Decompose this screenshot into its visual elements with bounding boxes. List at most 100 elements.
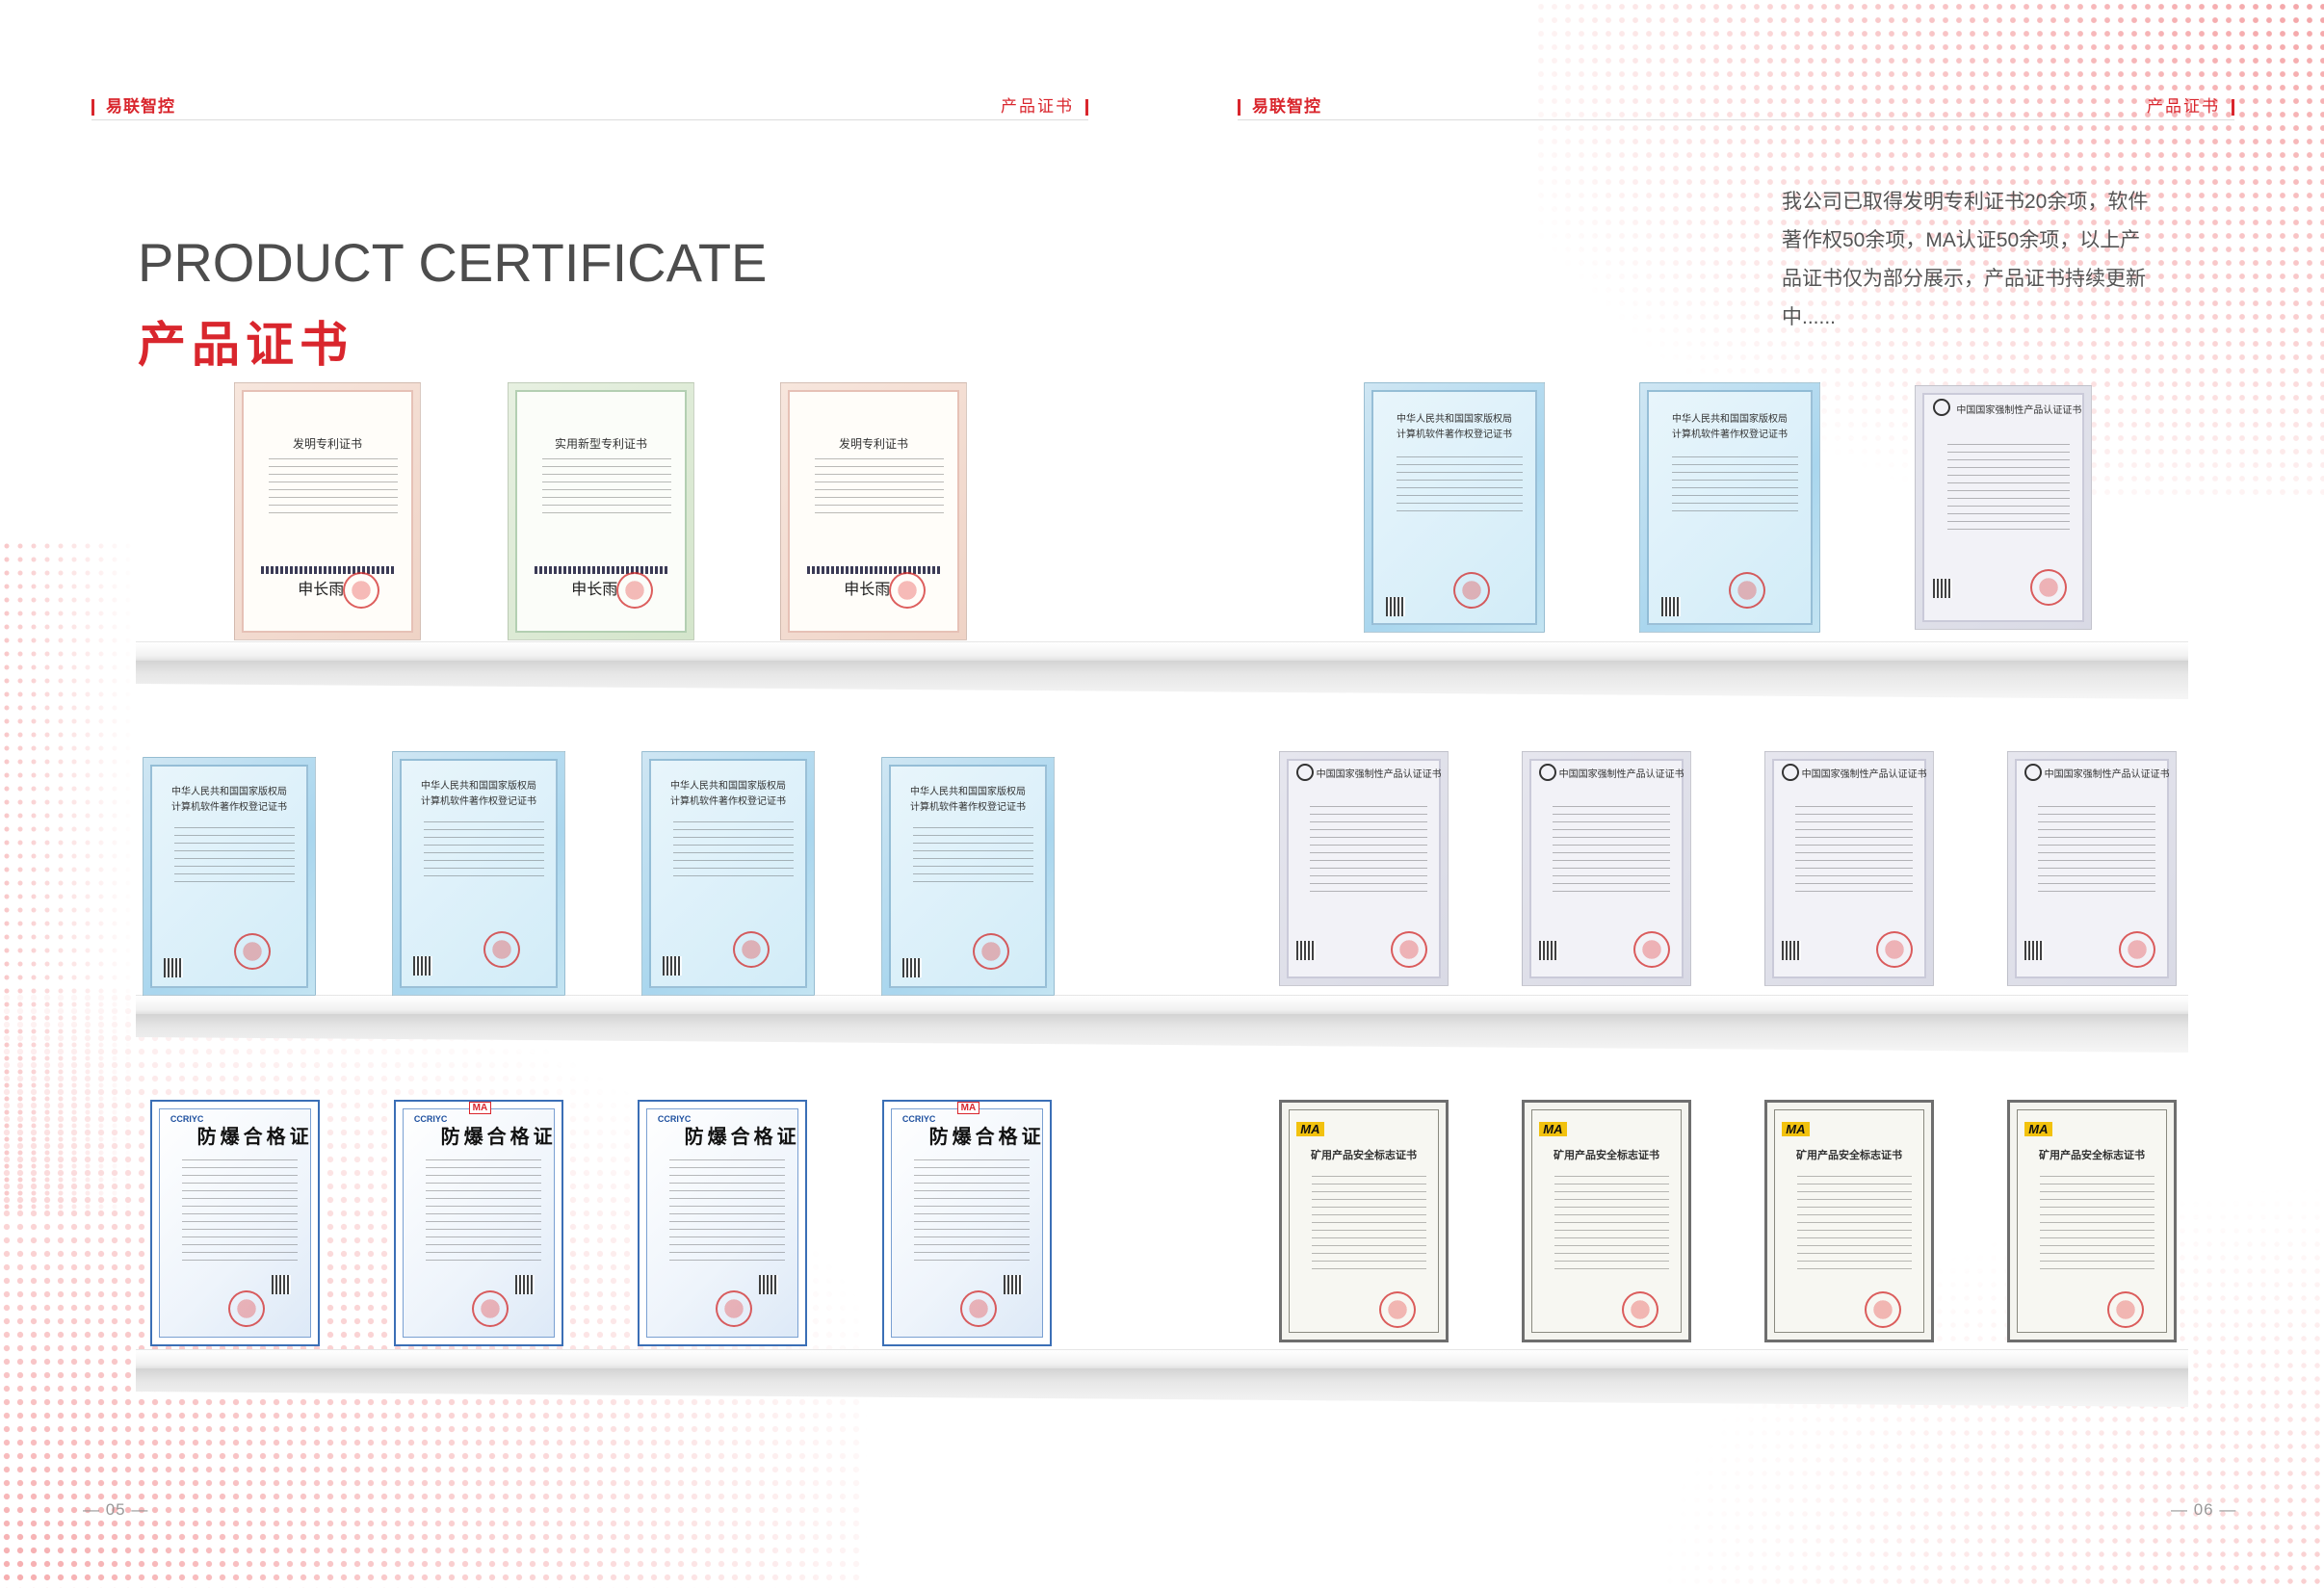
certificate-signature: 申长雨 (571, 580, 618, 598)
certificate-title: 中华人民共和国国家版权局 (1397, 414, 1512, 425)
certificate-title: 中华人民共和国国家版权局 (171, 787, 287, 797)
qr-code-icon (164, 958, 184, 977)
patent-certificate: 实用新型专利证书 申长雨 (508, 382, 694, 640)
red-seal-icon (1633, 931, 1671, 968)
red-seal-icon (342, 572, 379, 609)
ma-badge-icon: MA (956, 1102, 980, 1114)
brand-label: 易联智控 (1252, 97, 1321, 116)
qr-code-icon (1933, 579, 1953, 598)
explosion-proof-certificate: MA CCRIYC 防爆合格证 (394, 1100, 563, 1346)
red-seal-icon (1453, 572, 1491, 609)
red-seal-icon (1876, 931, 1914, 968)
ma-badge-icon: MA (468, 1102, 492, 1114)
software-copyright-certificate: 中华人民共和国国家版权局 计算机软件著作权登记证书 (1639, 382, 1820, 633)
qr-code-icon (2024, 941, 2045, 960)
accent-bar-icon (2232, 99, 2234, 117)
ccc-certificate: 中国国家强制性产品认证证书 (2007, 751, 2177, 986)
software-copyright-certificate: 中华人民共和国国家版权局 计算机软件著作权登记证书 (143, 757, 316, 996)
mine-safety-certificate: MA 矿用产品安全标志证书 (1522, 1100, 1691, 1342)
page-title-english: PRODUCT CERTIFICATE (138, 232, 768, 293)
section-label: 产品证书 (2147, 97, 2220, 116)
accent-bar-icon (1238, 99, 1240, 117)
certificate-title: 中国国家强制性产品认证证书 (1316, 769, 1442, 780)
certificate-subtitle: 计算机软件著作权登记证书 (1397, 430, 1512, 440)
page-number-left: — 05 — (83, 1500, 149, 1519)
certificate-subtitle: 计算机软件著作权登记证书 (171, 802, 287, 813)
certificate-subtitle: 计算机软件著作权登记证书 (1672, 430, 1788, 440)
halftone-decoration-left (0, 539, 135, 1213)
red-seal-icon (483, 931, 520, 968)
red-seal-icon (715, 1290, 752, 1327)
qr-code-icon (1661, 597, 1682, 616)
certificate-title: 实用新型专利证书 (554, 437, 647, 451)
software-copyright-certificate: 中华人民共和国国家版权局 计算机软件著作权登记证书 (392, 751, 565, 996)
explosion-proof-certificate: CCRIYC 防爆合格证 (638, 1100, 807, 1346)
red-seal-icon (972, 933, 1009, 970)
software-copyright-certificate: 中华人民共和国国家版权局 计算机软件著作权登记证书 (641, 751, 815, 996)
qr-code-icon (413, 956, 433, 976)
red-seal-icon (1729, 572, 1766, 609)
certificate-title: 矿用产品安全标志证书 (1796, 1149, 1902, 1161)
red-seal-icon (1391, 931, 1428, 968)
qr-code-icon (515, 1275, 535, 1294)
qr-code-icon (1782, 941, 1802, 960)
red-seal-icon (888, 572, 926, 609)
page-header-left: 易联智控 产品证书 (91, 92, 1088, 120)
red-seal-icon (471, 1290, 509, 1327)
certificate-title: 发明专利证书 (292, 437, 362, 451)
qr-code-icon (1004, 1275, 1024, 1294)
qr-code-icon (1539, 941, 1559, 960)
ma-logo-icon: MA (1782, 1121, 1810, 1136)
qr-code-icon (1296, 941, 1317, 960)
certificate-title: 中华人民共和国国家版权局 (910, 787, 1026, 797)
certificate-title: 中华人民共和国国家版权局 (670, 781, 786, 792)
certificate-signature: 申长雨 (844, 580, 891, 598)
qr-code-icon (902, 958, 923, 977)
red-seal-icon (732, 931, 770, 968)
section-name: 产品证书 (1001, 92, 1088, 117)
page-title-chinese: 产品证书 (138, 318, 353, 372)
certificate-title: 中国国家强制性产品认证证书 (1558, 769, 1684, 780)
certificate-title: 防爆合格证 (928, 1127, 1045, 1148)
section-label: 产品证书 (1001, 97, 1074, 116)
red-seal-icon (2119, 931, 2156, 968)
shelf-1 (136, 641, 2188, 705)
ccc-certificate: 中国国家强制性产品认证证书 (1915, 385, 2092, 630)
certificate-subtitle: 计算机软件著作权登记证书 (670, 796, 786, 807)
red-seal-icon (233, 933, 271, 970)
qr-code-icon (759, 1275, 779, 1294)
description-paragraph: 我公司已取得发明专利证书20余项，软件著作权50余项，MA认证50余项，以上产品… (1782, 191, 2149, 328)
certificate-title: 防爆合格证 (440, 1127, 557, 1148)
certificate-title: 中华人民共和国国家版权局 (1672, 414, 1788, 425)
explosion-proof-certificate: MA CCRIYC 防爆合格证 (882, 1100, 1052, 1346)
qr-code-icon (663, 956, 683, 976)
brand-label: 易联智控 (106, 97, 175, 116)
certificate-title: 防爆合格证 (196, 1127, 313, 1148)
red-seal-icon (959, 1290, 997, 1327)
ccc-certificate: 中国国家强制性产品认证证书 (1279, 751, 1449, 986)
ma-logo-icon: MA (1296, 1121, 1324, 1136)
qr-code-icon (272, 1275, 292, 1294)
certificate-title: 防爆合格证 (684, 1127, 800, 1148)
section-name: 产品证书 (2147, 92, 2234, 117)
certificate-title: 中国国家强制性产品认证证书 (1801, 769, 1927, 780)
certificate-subtitle: 计算机软件著作权登记证书 (910, 802, 1026, 813)
qr-code-icon (1386, 597, 1406, 616)
certificate-title: 矿用产品安全标志证书 (1311, 1149, 1417, 1161)
certificate-title: 中国国家强制性产品认证证书 (1956, 405, 2082, 416)
certificate-title: 中华人民共和国国家版权局 (421, 781, 536, 792)
ccc-certificate: 中国国家强制性产品认证证书 (1764, 751, 1934, 986)
shelf-2 (136, 995, 2188, 1058)
mine-safety-certificate: MA 矿用产品安全标志证书 (1279, 1100, 1449, 1342)
accent-bar-icon (91, 99, 94, 117)
brand-name: 易联智控 (91, 92, 175, 117)
certificate-title: 发明专利证书 (838, 437, 908, 451)
accent-bar-icon (1085, 99, 1088, 117)
red-seal-icon (2029, 569, 2067, 606)
patent-certificate: 发明专利证书 申长雨 (780, 382, 967, 640)
certificate-subtitle: 计算机软件著作权登记证书 (421, 796, 536, 807)
ma-logo-icon: MA (1539, 1121, 1567, 1136)
certificate-title: 矿用产品安全标志证书 (1554, 1149, 1659, 1161)
mine-safety-certificate: MA 矿用产品安全标志证书 (1764, 1100, 1934, 1342)
page-header-right: 易联智控 产品证书 (1238, 92, 2234, 120)
